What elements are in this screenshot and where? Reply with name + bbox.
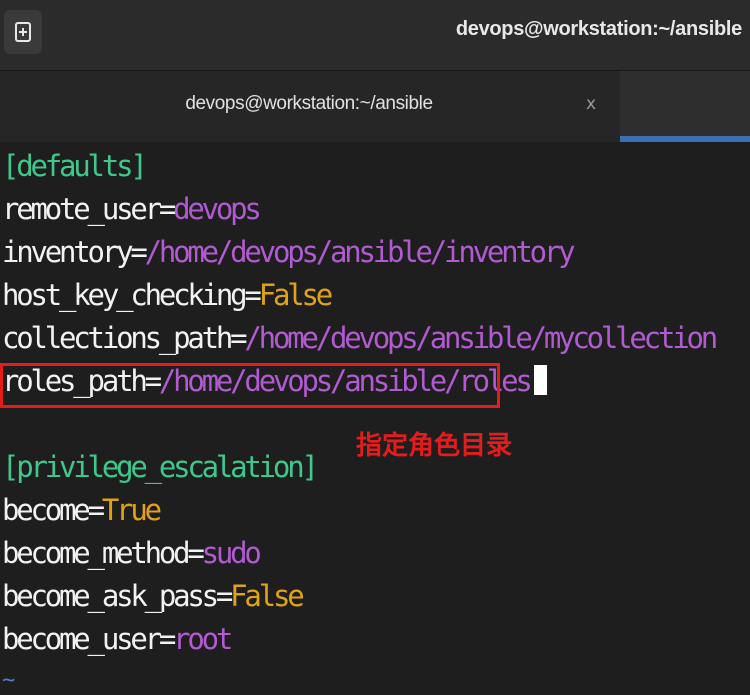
terminal-window: devops@workstation:~/ansible devops@work… [0, 0, 750, 695]
equals-sign: = [244, 278, 262, 312]
equals-sign: = [158, 622, 177, 656]
editor-line: become_ask_pass=False [2, 576, 305, 616]
config-key: inventory [2, 235, 134, 269]
config-key: become_ask_pass [2, 579, 219, 613]
equals-sign: = [187, 536, 205, 570]
config-value: devops [173, 192, 262, 226]
empty-line-marker: ~ [2, 668, 16, 693]
tab-label: devops@workstation:~/ansible [185, 93, 433, 114]
tab-inactive[interactable] [620, 71, 750, 142]
config-key: become [2, 493, 91, 527]
editor-line: become=True [2, 490, 162, 530]
window-title: devops@workstation:~/ansible [455, 18, 742, 40]
editor-line: inventory=/home/devops/ansible/inventory [2, 232, 576, 272]
equals-sign: = [215, 579, 234, 613]
config-key: become_method [2, 536, 191, 570]
text-cursor [533, 365, 547, 395]
config-value: False [258, 278, 334, 312]
config-value: /home/devops/ansible/inventory [144, 235, 576, 269]
editor-line: host_key_checking=False [2, 275, 334, 315]
terminal-content[interactable]: [defaults] remote_user=devops inventory=… [0, 142, 750, 695]
config-value: sudo [201, 536, 262, 570]
equals-sign: = [158, 192, 177, 226]
config-value: /home/devops/ansible/mycollection [244, 321, 718, 355]
annotation-label: 指定角色目录 [356, 431, 513, 461]
config-value: False [230, 579, 305, 613]
equals-sign: = [87, 493, 106, 527]
section-header: [defaults] [2, 149, 148, 183]
new-tab-button[interactable] [4, 10, 42, 54]
tab-active[interactable]: devops@workstation:~/ansible x [0, 71, 618, 142]
tab-bar: devops@workstation:~/ansible x [0, 71, 750, 142]
tab-close-button[interactable]: x [580, 93, 602, 115]
new-tab-icon [15, 22, 31, 42]
config-key: remote_user [2, 192, 162, 226]
highlight-box [0, 363, 500, 408]
section-header: [privilege_escalation] [2, 450, 319, 484]
equals-sign: = [130, 235, 148, 269]
editor-line: [privilege_escalation] [2, 447, 319, 487]
config-value: True [101, 493, 162, 527]
config-value: root [173, 622, 233, 656]
config-key: become_user [2, 622, 162, 656]
editor-line: collections_path=/home/devops/ansible/my… [2, 318, 718, 358]
editor-line: remote_user=devops [2, 189, 262, 229]
editor-line: [defaults] [2, 146, 148, 186]
editor-line: become_user=root [2, 619, 233, 659]
title-bar: devops@workstation:~/ansible [0, 0, 750, 71]
config-key: host_key_checking [2, 278, 248, 312]
config-key: collections_path [2, 321, 233, 355]
equals-sign: = [230, 321, 248, 355]
editor-line: become_method=sudo [2, 533, 262, 573]
